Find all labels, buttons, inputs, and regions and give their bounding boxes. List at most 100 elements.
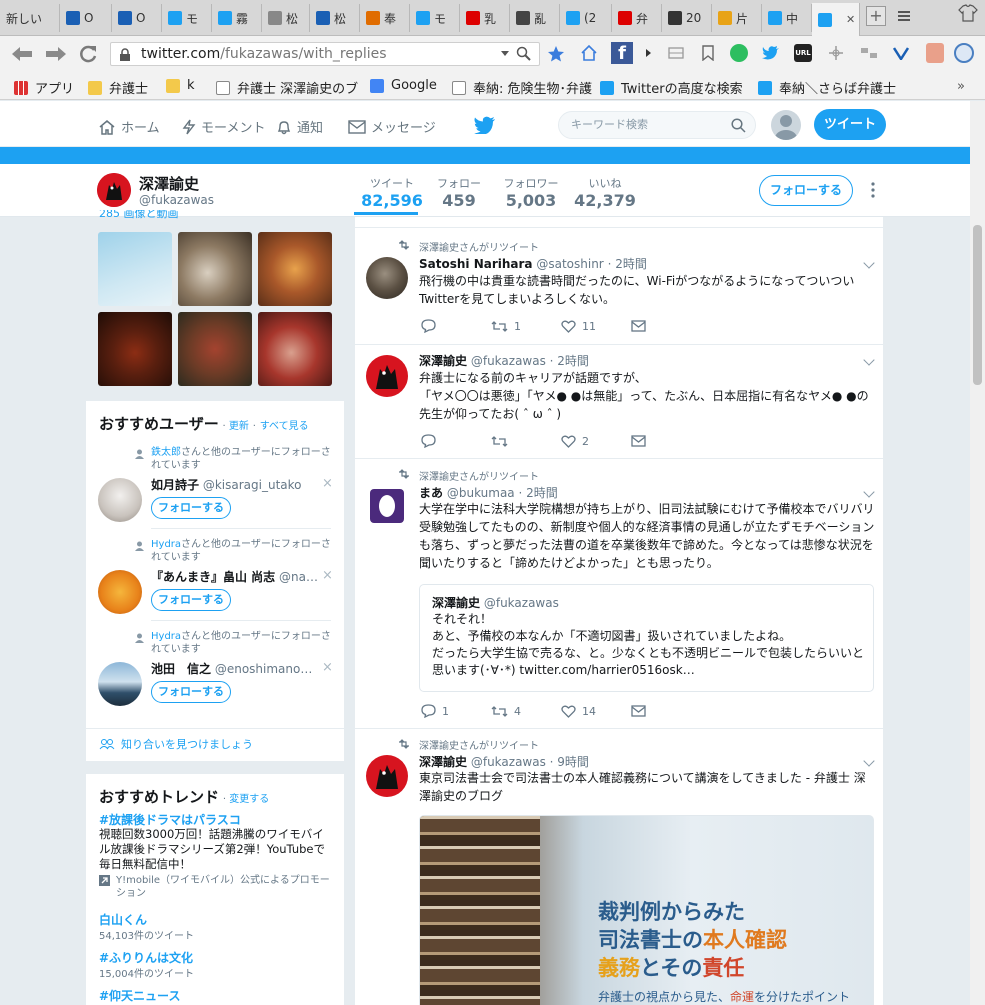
browser-tab[interactable]: モ bbox=[162, 4, 212, 32]
browser-tab[interactable]: 片 bbox=[712, 4, 762, 32]
forward-icon[interactable] bbox=[44, 45, 68, 66]
suggestion-avatar[interactable] bbox=[98, 662, 142, 706]
suggestion-follow-button[interactable]: フォローする bbox=[151, 681, 231, 703]
retweet-button[interactable]: 1 bbox=[491, 319, 561, 333]
like-button[interactable]: 2 bbox=[561, 434, 631, 448]
reply-button[interactable]: 1 bbox=[421, 704, 491, 718]
trend-tag[interactable]: #仰天ニュース bbox=[99, 987, 180, 1004]
extension-icon[interactable] bbox=[860, 46, 878, 63]
nav-notifications[interactable]: 通知 bbox=[276, 117, 323, 136]
home-icon[interactable] bbox=[580, 44, 598, 65]
tweet-header[interactable]: Satoshi Narihara @satoshinr · 2時間 bbox=[419, 255, 647, 272]
suggestion-user[interactable]: 『あんまき』畠山 尚志 @na… bbox=[151, 568, 317, 585]
compose-tweet-button[interactable]: ツイート bbox=[814, 109, 886, 140]
tweet-caret-icon[interactable] bbox=[863, 486, 875, 498]
profile-handle[interactable]: @fukazawas bbox=[139, 193, 214, 207]
suggestion-avatar[interactable] bbox=[98, 478, 142, 522]
browser-tab[interactable]: 松 bbox=[262, 4, 310, 32]
retweet-button[interactable] bbox=[491, 434, 561, 448]
bookmark-item[interactable]: k bbox=[166, 78, 195, 93]
url-dropdown-icon[interactable] bbox=[501, 51, 509, 56]
profile-shirt-icon[interactable] bbox=[958, 4, 978, 22]
find-friends-link[interactable]: 知り合いを見つけましょう bbox=[99, 736, 253, 752]
bookmark-icon[interactable] bbox=[702, 45, 714, 64]
media-thumb-book[interactable] bbox=[98, 232, 172, 306]
bookmark-item[interactable]: アプリ bbox=[14, 78, 74, 97]
url-shortener-icon[interactable]: URL bbox=[794, 44, 812, 62]
inbox-icon[interactable] bbox=[668, 46, 684, 63]
trend-tag[interactable]: #放課後ドラマはパラスコ bbox=[99, 811, 241, 828]
profile-avatar[interactable] bbox=[97, 173, 131, 207]
address-bar[interactable]: twitter.com/fukazawas/with_replies bbox=[110, 42, 540, 66]
browser-tab[interactable]: モ bbox=[410, 4, 460, 32]
dm-button[interactable] bbox=[631, 319, 701, 333]
dismiss-icon[interactable]: × bbox=[322, 660, 333, 675]
search-input[interactable]: キーワード検索 bbox=[558, 111, 756, 139]
media-thumb-dish[interactable] bbox=[258, 232, 332, 306]
media-thumb-meat[interactable] bbox=[178, 312, 252, 386]
tweet[interactable]: 深澤諭史さんがリツイート 深澤諭史 @fukazawas · 9時間 東京司法書… bbox=[355, 729, 883, 1005]
tweet[interactable]: 深澤諭史さんがリツイート Satoshi Narihara @satoshinr… bbox=[355, 229, 883, 345]
trend-tag[interactable]: #ふりりんは文化 bbox=[99, 949, 193, 966]
close-tab-icon[interactable]: ✕ bbox=[846, 13, 855, 26]
tweet-caret-icon[interactable] bbox=[863, 755, 875, 767]
retweet-context[interactable]: 深澤諭史さんがリツイート bbox=[419, 737, 539, 752]
profile-stat[interactable]: フォロワー 5,003 bbox=[494, 175, 568, 210]
bookmark-star-icon[interactable] bbox=[547, 45, 565, 66]
view-all-link[interactable]: すべて見る bbox=[260, 421, 309, 432]
browser-tab[interactable]: 乳 bbox=[460, 4, 510, 32]
tweet[interactable]: 深澤諭史 @fukazawas · 2時間 弁護士になる前のキャリアが話題ですが… bbox=[355, 345, 883, 459]
bookmark-item[interactable]: 奉納: 危険生物･弁護 bbox=[452, 78, 592, 97]
retweet-button[interactable]: 4 bbox=[491, 704, 561, 718]
reply-button[interactable] bbox=[421, 434, 491, 448]
zoom-icon[interactable] bbox=[516, 46, 532, 65]
user-photo-icon[interactable] bbox=[926, 43, 944, 63]
tweet-caret-icon[interactable] bbox=[863, 257, 875, 269]
tweet-avatar[interactable] bbox=[366, 355, 408, 397]
retweet-context[interactable]: 深澤諭史さんがリツイート bbox=[419, 468, 539, 483]
tab-menu-icon[interactable] bbox=[896, 8, 912, 24]
reload-icon[interactable] bbox=[78, 44, 98, 67]
nav-moments[interactable]: モーメント bbox=[182, 117, 265, 136]
reply-button[interactable] bbox=[421, 319, 491, 333]
dm-button[interactable] bbox=[631, 704, 701, 718]
browser-tab[interactable]: (2 bbox=[560, 4, 612, 32]
tweet-avatar[interactable] bbox=[366, 257, 408, 299]
browser-tab[interactable]: 新しい bbox=[0, 4, 60, 32]
media-thumb-steak[interactable] bbox=[98, 312, 172, 386]
media-header[interactable]: 285 画像と動画 bbox=[99, 210, 239, 222]
suggestion-user[interactable]: 池田 信之 @enoshimano… bbox=[151, 660, 317, 677]
scrollbar-thumb[interactable] bbox=[973, 225, 982, 385]
tweet-caret-icon[interactable] bbox=[863, 354, 875, 366]
like-button[interactable]: 11 bbox=[561, 319, 631, 333]
profile-stat[interactable]: いいね 42,379 bbox=[572, 175, 638, 210]
move-icon[interactable] bbox=[828, 45, 844, 64]
browser-tab[interactable]: 20 bbox=[662, 4, 712, 32]
profile-stat[interactable]: ツイート 82,596 bbox=[356, 175, 428, 210]
dismiss-icon[interactable]: × bbox=[322, 476, 333, 491]
trend-tag[interactable]: 白山くん bbox=[99, 911, 147, 928]
suggestion-follow-button[interactable]: フォローする bbox=[151, 497, 231, 519]
browser-tab[interactable]: ✕ bbox=[812, 3, 860, 36]
tweet[interactable]: 深澤諭史さんがリツイート まあ @bukumaa · 2時間 大学在学中に法科大… bbox=[355, 459, 883, 729]
tweet-avatar[interactable] bbox=[366, 755, 408, 797]
suggestion-user[interactable]: 如月詩子 @kisaragi_utako bbox=[151, 476, 317, 493]
nav-home[interactable]: ホーム bbox=[98, 117, 160, 136]
more-arrow-icon[interactable] bbox=[646, 49, 651, 57]
browser-tab[interactable]: 松 bbox=[310, 4, 360, 32]
browser-tab[interactable]: 奉 bbox=[360, 4, 410, 32]
browser-tab[interactable]: 霧 bbox=[212, 4, 262, 32]
vpn-check-icon[interactable] bbox=[892, 46, 910, 63]
settings-gear-icon[interactable] bbox=[954, 43, 974, 63]
change-trends-link[interactable]: 変更する bbox=[229, 794, 269, 805]
bookmark-overflow-icon[interactable]: » bbox=[957, 79, 965, 94]
bookmark-item[interactable]: 弁護士 深澤諭史のブ bbox=[216, 78, 358, 97]
dm-button[interactable] bbox=[631, 434, 701, 448]
evernote-icon[interactable] bbox=[730, 44, 748, 62]
bookmark-item[interactable]: 弁護士 bbox=[88, 78, 148, 97]
more-options-icon[interactable] bbox=[870, 181, 876, 202]
media-thumb-plate[interactable] bbox=[258, 312, 332, 386]
nav-messages[interactable]: メッセージ bbox=[348, 117, 436, 136]
new-tab-button[interactable]: + bbox=[866, 6, 886, 26]
bookmark-item[interactable]: 奉納＼さらば弁護士 bbox=[758, 78, 896, 97]
